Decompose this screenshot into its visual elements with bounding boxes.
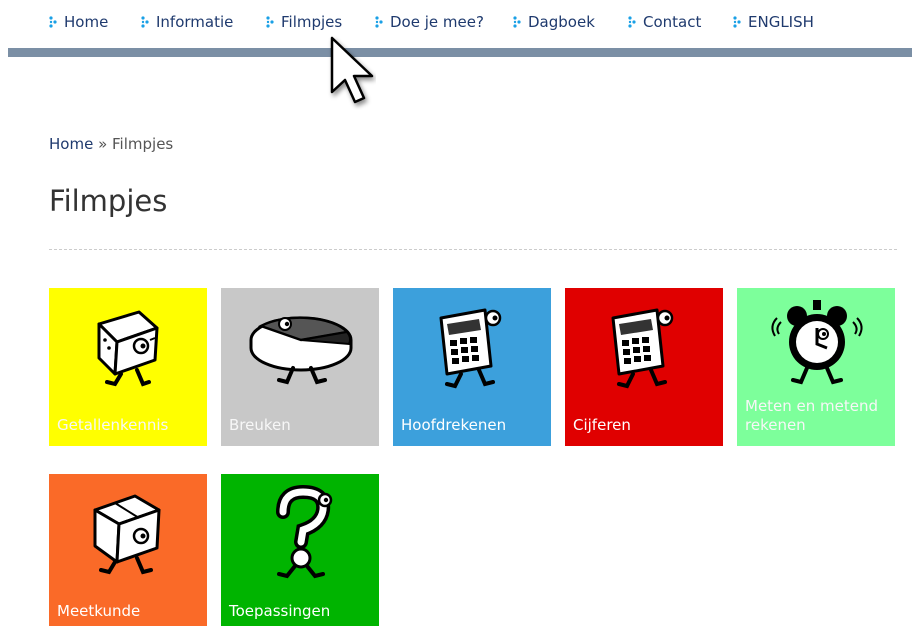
tile-meetkunde[interactable]: Meetkunde [49,474,207,626]
nav-item-dagboek[interactable]: Dagboek [512,13,595,31]
nav-label: Filmpjes [281,13,343,31]
breadcrumb-separator: » [93,135,113,153]
breadcrumb: Home » Filmpjes [49,135,173,153]
title-divider [49,249,897,250]
nav-label: Home [64,13,109,31]
nav-arrow-icon [628,16,636,28]
nav-label: ENGLISH [748,13,814,31]
nav-label: Doe je mee? [390,13,484,31]
nav-arrow-icon [733,16,741,28]
tile-label: Toepassingen [229,602,331,620]
tile-label: Getallenkennis [57,416,169,434]
nav-label: Informatie [156,13,234,31]
nav-arrow-icon [141,16,149,28]
nav-item-contact[interactable]: Contact [627,13,701,31]
nav-label: Dagboek [528,13,595,31]
breadcrumb-home-link[interactable]: Home [49,135,93,153]
nav-arrow-icon [266,16,274,28]
top-navigation: Home Informatie Filmpjes Doe je mee? Dag… [0,0,912,44]
nav-arrow-icon [49,16,57,28]
tile-breuken[interactable]: Breuken [221,288,379,446]
nav-arrow-icon [513,16,521,28]
nav-item-home[interactable]: Home [48,13,108,31]
nav-item-doe-je-mee[interactable]: Doe je mee? [374,13,484,31]
tile-meten-en-metend-rekenen[interactable]: Meten en metend rekenen [737,288,895,446]
tile-getallenkennis[interactable]: Getallenkennis [49,288,207,446]
tile-label: Cijferen [573,416,631,434]
nav-item-english[interactable]: ENGLISH [732,13,814,31]
tile-label: Breuken [229,416,291,434]
breadcrumb-current: Filmpjes [112,135,174,153]
nav-item-informatie[interactable]: Informatie [140,13,233,31]
tile-label: Hoofdrekenen [401,416,507,434]
page-title: Filmpjes [49,184,168,218]
nav-item-filmpjes[interactable]: Filmpjes [265,13,342,31]
nav-arrow-icon [375,16,383,28]
tile-label: Meten en metend rekenen [745,397,879,434]
tile-toepassingen[interactable]: Toepassingen [221,474,379,626]
tile-label: Meetkunde [57,602,141,620]
tile-cijferen[interactable]: Cijferen [565,288,723,446]
nav-label: Contact [643,13,702,31]
tile-hoofdrekenen[interactable]: Hoofdrekenen [393,288,551,446]
nav-divider-bar [8,48,912,57]
mouse-cursor-icon [330,36,374,104]
